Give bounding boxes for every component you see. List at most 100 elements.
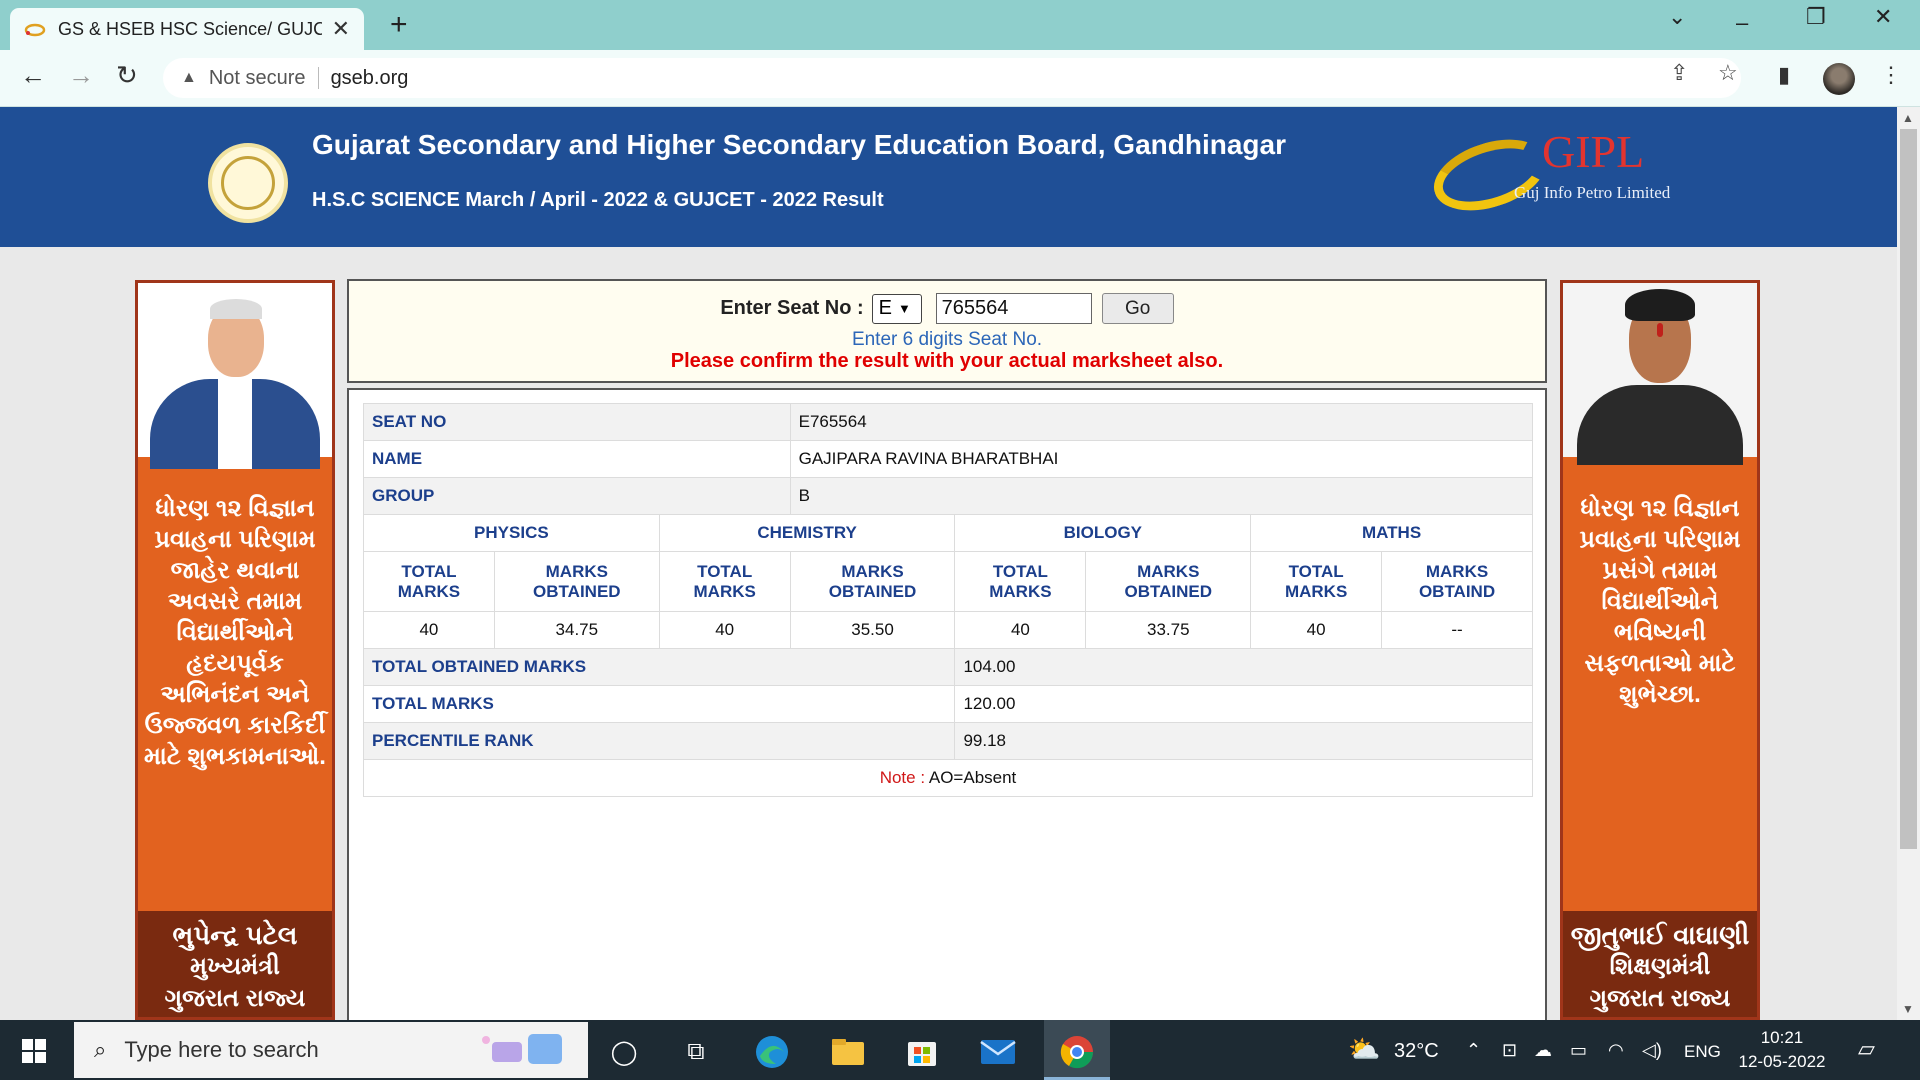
back-arrow-icon[interactable]: ← [20,60,46,91]
subject-header-biology: BIOLOGY [954,514,1252,552]
physics-obtained: 34.75 [493,611,660,649]
tray-chevron-icon[interactable]: ⌃ [1466,1040,1481,1061]
right-banner: ધોરણ ૧૨ વિજ્ઞાન પ્રવાહના પરિણામ પ્રસંગે … [1560,280,1760,1020]
education-minister-photo [1563,283,1757,465]
forward-arrow-icon[interactable]: → [68,60,94,91]
percentile-key: PERCENTILE RANK [362,722,956,760]
maths-obtained: -- [1381,611,1533,649]
address-bar[interactable]: ▲ Not secure gseb.org [163,58,1741,98]
maths-obtained-header: MARKS OBTAIND [1381,551,1533,612]
left-banner-footer: ભુપેન્દ્ર પટેલ મુખ્યમંત્રી ગુજરાત રાજ્ય [138,911,332,1017]
browser-tab[interactable]: GS & HSEB HSC Science/ GUJCET ✕ [10,8,364,50]
search-icon: ⌕ [94,1037,107,1062]
microsoft-store-icon[interactable] [902,1032,942,1072]
absent-note: Note : AO=Absent [363,759,1533,797]
cortana-icon[interactable]: ◯ [604,1032,644,1072]
onedrive-cloud-icon[interactable]: ☁ [1534,1040,1552,1061]
gipl-fullname: Guj Info Petro Limited [1514,183,1671,202]
right-banner-state: ગુજરાત રાજ્ય [1589,985,1731,1012]
security-label[interactable]: Not secure [209,67,306,90]
page-scrollbar[interactable]: ▲ ▼ [1897,107,1920,1020]
language-indicator[interactable]: ENG [1684,1042,1721,1062]
new-tab-button[interactable]: + [390,8,408,42]
table-row: TOTAL MARKS 120.00 [362,685,1533,723]
chevron-down-icon: ▼ [898,301,911,316]
table-row: TOTAL MARKS MARKS OBTAINED TOTAL MARKS M… [363,551,1533,612]
wifi-icon[interactable]: ◠ [1608,1040,1624,1061]
search-highlight-icon [482,1034,562,1064]
maths-total: 40 [1250,611,1383,649]
group-key: GROUP [363,477,791,515]
volume-icon[interactable]: ◁) [1642,1040,1662,1061]
seat-no-key: SEAT NO [363,403,791,441]
side-panel-icon[interactable]: ▮ [1778,62,1790,88]
close-window-icon[interactable]: ✕ [1874,4,1892,30]
tab-close-icon[interactable]: ✕ [332,16,350,42]
meet-now-icon[interactable]: ⊡ [1502,1040,1517,1061]
table-row: PHYSICS CHEMISTRY BIOLOGY MATHS [363,514,1533,552]
go-button[interactable]: Go [1101,293,1174,324]
temperature[interactable]: 32°C [1394,1040,1439,1063]
scrollbar-thumb[interactable] [1900,129,1917,849]
tab-search-icon[interactable]: ⌄ [1668,4,1686,30]
board-title: Gujarat Secondary and Higher Secondary E… [312,129,1286,160]
minimize-icon[interactable]: – [1736,10,1748,36]
chemistry-obtained: 35.50 [789,611,956,649]
share-icon[interactable]: ⇪ [1670,60,1688,86]
restore-icon[interactable]: ❐ [1806,4,1826,30]
total-marks-value: 120.00 [954,685,1533,723]
bookmark-star-icon[interactable]: ☆ [1718,60,1738,86]
seat-number-input[interactable] [935,293,1092,324]
scroll-up-icon[interactable]: ▲ [1902,111,1914,125]
table-row: TOTAL OBTAINED MARKS 104.00 [362,648,1533,686]
gipl-ring-icon [1424,126,1556,224]
left-banner: ધોરણ ૧૨ વિજ્ઞાન પ્રવાહના પરિણામ જાહેર થવ… [135,280,335,1020]
name-value: GAJIPARA RAVINA BHARATBHAI [789,440,1534,478]
browser-titlebar: GS & HSEB HSC Science/ GUJCET ✕ + ⌄ – ❐ … [0,0,1920,50]
system-clock[interactable]: 10:21 12-05-2022 [1732,1026,1832,1074]
left-banner-state: ગુજરાત રાજ્ય [164,985,306,1012]
name-key: NAME [363,440,791,478]
edge-browser-icon[interactable] [752,1032,792,1072]
warning-triangle-icon: ▲ [181,69,197,86]
chemistry-total: 40 [658,611,791,649]
reload-icon[interactable]: ↻ [116,60,138,91]
menu-kebab-icon[interactable]: ⋮ [1880,62,1902,88]
table-row: GROUP B [363,477,1534,515]
right-banner-footer: જીતુભાઈ વાઘાણી શિક્ષણમંત્રી ગુજરાત રાજ્ય [1563,911,1757,1017]
omnibox-divider [317,67,319,89]
url-text[interactable]: gseb.org [331,67,409,90]
battery-icon[interactable]: ▭ [1570,1040,1587,1061]
group-value: B [789,477,1534,515]
total-obtained-key: TOTAL OBTAINED MARKS [362,648,956,686]
mail-icon[interactable] [978,1032,1018,1072]
taskbar-search-placeholder: Type here to search [124,1037,319,1062]
seat-form-panel: Enter Seat No : E ▼ Go Enter 6 digits Se… [347,279,1547,383]
seat-no-label: Enter Seat No : [720,297,864,319]
site-header: Gujarat Secondary and Higher Secondary E… [0,107,1897,247]
tab-title: GS & HSEB HSC Science/ GUJCET [58,18,322,39]
chemistry-obtained-header: MARKS OBTAINED [789,551,956,612]
biology-obtained: 33.75 [1085,611,1252,649]
marksheet-warning: Please confirm the result with your actu… [670,350,1224,372]
file-explorer-icon[interactable] [828,1032,868,1072]
task-view-icon[interactable]: ⧉ [676,1032,716,1072]
page-viewport: Gujarat Secondary and Higher Secondary E… [0,107,1897,1020]
left-banner-message: ધોરણ ૧૨ વિજ્ઞાન પ્રવાહના પરિણામ જાહેર થવ… [144,495,326,770]
seat-hint: Enter 6 digits Seat No. [851,329,1043,350]
weather-icon[interactable]: ⛅ [1348,1034,1380,1065]
taskbar-search-box[interactable]: ⌕ Type here to search [74,1022,588,1078]
notifications-icon[interactable]: ▱ [1858,1036,1875,1062]
profile-avatar[interactable] [1823,63,1855,95]
seat-series-select[interactable]: E ▼ [871,293,922,324]
browser-toolbar: ← → ↻ ▲ Not secure gseb.org ⇪ ☆ ▮ ⋮ [0,50,1920,107]
chief-minister-photo [138,283,332,469]
clock-date: 12-05-2022 [1738,1052,1826,1071]
maths-total-header: TOTAL MARKS [1250,551,1383,612]
gipl-name: GIPL [1542,126,1645,177]
note-text: AO=Absent [928,768,1017,787]
windows-start-icon[interactable] [22,1039,46,1063]
chrome-icon[interactable] [1057,1032,1097,1072]
scroll-down-icon[interactable]: ▼ [1902,1002,1914,1016]
physics-total: 40 [363,611,495,649]
